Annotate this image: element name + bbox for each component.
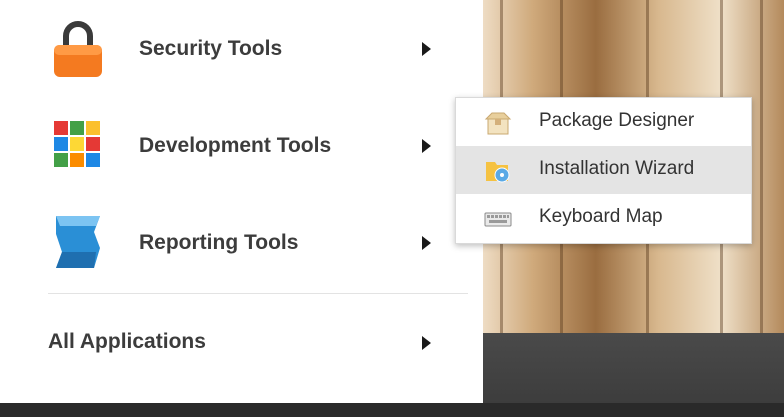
chevron-right-icon <box>422 139 431 153</box>
menu-item-development-tools[interactable]: Development Tools <box>0 97 483 193</box>
chevron-right-icon <box>422 336 431 350</box>
menu-divider <box>48 293 468 294</box>
bottom-bar <box>0 403 784 417</box>
taskbar-area <box>483 333 784 403</box>
wallpaper-streak <box>760 0 763 333</box>
package-icon <box>484 112 512 135</box>
report-stack-icon <box>56 216 100 268</box>
keyboard-icon <box>484 212 512 227</box>
submenu-item-label: Package Designer <box>539 110 695 131</box>
submenu-item-label: Installation Wizard <box>539 158 695 179</box>
chevron-right-icon <box>422 42 431 56</box>
menu-item-label: Reporting Tools <box>139 231 299 254</box>
chevron-right-icon <box>422 236 431 250</box>
menu-item-all-applications[interactable]: All Applications <box>0 296 483 392</box>
submenu-item-package-designer[interactable]: Package Designer <box>456 98 751 146</box>
all-applications-label: All Applications <box>48 330 206 353</box>
menu-item-label: Security Tools <box>139 37 283 60</box>
submenu-item-label: Keyboard Map <box>539 206 663 227</box>
menu-item-reporting-tools[interactable]: Reporting Tools <box>0 194 483 290</box>
menu-item-label: Development Tools <box>139 134 332 157</box>
start-menu: Security Tools Development Tools Reporti… <box>0 0 483 403</box>
development-tools-submenu: Package Designer Installation Wizard Key… <box>455 97 752 244</box>
installer-disc-icon <box>486 162 510 183</box>
cube-icon <box>54 121 100 167</box>
menu-item-security-tools[interactable]: Security Tools <box>0 0 483 96</box>
submenu-item-keyboard-map[interactable]: Keyboard Map <box>456 194 751 242</box>
lock-icon <box>54 21 102 77</box>
submenu-item-installation-wizard[interactable]: Installation Wizard <box>456 146 751 194</box>
